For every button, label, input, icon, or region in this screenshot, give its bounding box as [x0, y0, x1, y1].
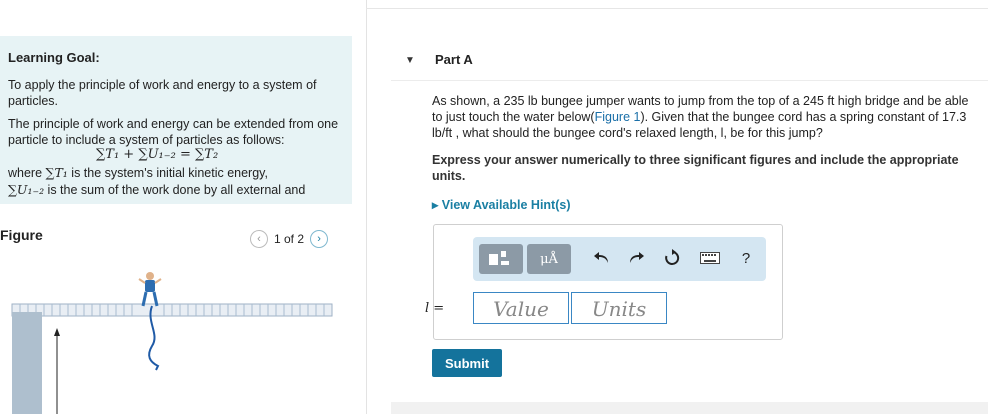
template-icon[interactable]: [479, 244, 523, 274]
right-panel: ▼ Part A As shown, a 235 lb bungee jumpe…: [367, 0, 988, 414]
figure-title: Figure: [0, 227, 43, 243]
next-section-edge: [391, 402, 988, 414]
chevron-left-icon[interactable]: ‹: [250, 230, 268, 248]
units-template-button[interactable]: μÅ: [527, 244, 571, 274]
part-header[interactable]: [391, 35, 988, 81]
where-line-2: ∑U₁₋₂ is the sum of the work done by all…: [8, 182, 306, 197]
figure-link[interactable]: Figure 1: [595, 110, 641, 124]
figure-page-indicator: 1 of 2: [274, 232, 305, 246]
view-hints-link[interactable]: ▸ View Available Hint(s): [432, 197, 571, 212]
learning-goal-title: Learning Goal:: [8, 50, 100, 65]
answer-variable-label: l =: [425, 301, 445, 316]
reset-icon[interactable]: [661, 247, 683, 269]
instruction-text: Express your answer numerically to three…: [432, 153, 959, 183]
bridge-pier: [12, 312, 42, 414]
work-energy-formula: ∑T₁ + ∑U₁₋₂ = ∑T₂: [96, 147, 219, 162]
submit-button[interactable]: Submit: [432, 349, 502, 377]
undo-icon[interactable]: [591, 247, 613, 269]
math-toolbar: μÅ ?: [473, 237, 766, 281]
units-input[interactable]: Units: [571, 292, 667, 324]
keyboard-icon[interactable]: [699, 247, 721, 269]
arrow-head: [54, 328, 60, 336]
part-a-title[interactable]: Part A: [435, 52, 473, 67]
caret-down-icon[interactable]: ▼: [405, 55, 415, 66]
learning-goal-box: Learning Goal: To apply the principle of…: [0, 36, 352, 204]
figure-pager: ‹ 1 of 2 ›: [250, 230, 329, 248]
redo-icon[interactable]: [625, 247, 647, 269]
jumper: [138, 272, 162, 307]
chevron-right-icon[interactable]: ›: [310, 230, 329, 248]
left-panel: Learning Goal: To apply the principle of…: [0, 0, 366, 414]
value-input[interactable]: Value: [473, 292, 569, 324]
part-divider: [391, 80, 988, 81]
question-text: As shown, a 235 lb bungee jumper wants t…: [432, 94, 969, 140]
help-button[interactable]: ?: [735, 247, 757, 269]
bungee-figure: [11, 272, 333, 414]
learning-goal-principle: The principle of work and energy can be …: [8, 117, 339, 147]
where-line-1: where ∑T₁ is the system's initial kineti…: [8, 165, 268, 180]
learning-goal-intro: To apply the principle of work and energ…: [8, 78, 317, 108]
